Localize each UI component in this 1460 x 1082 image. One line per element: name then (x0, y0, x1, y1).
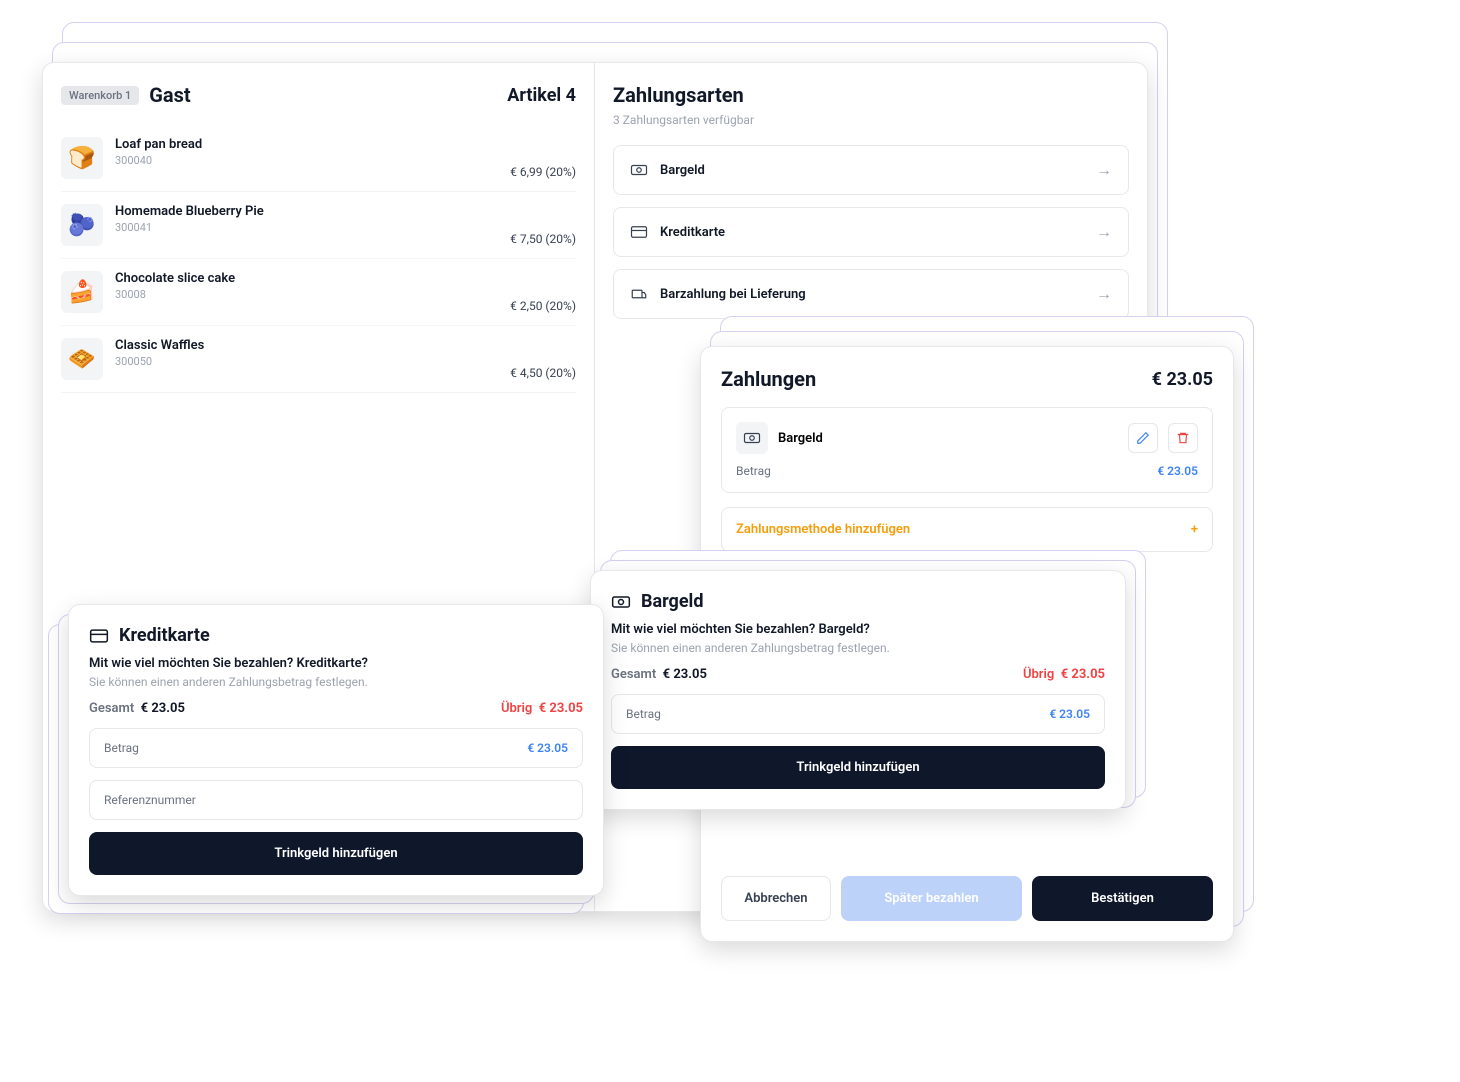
item-name: Classic Waffles (115, 338, 498, 353)
chevron-right-icon: → (1096, 284, 1112, 304)
chevron-right-icon: → (1096, 160, 1112, 180)
amount-label: Betrag (736, 464, 771, 478)
item-sku: 300041 (115, 221, 498, 234)
method-label: Barzahlung bei Lieferung (660, 287, 1084, 302)
dialog-question: Mit wie viel möchten Sie bezahlen? Barge… (611, 622, 1105, 637)
cart-item[interactable]: 🍞 Loaf pan bread 300040 € 6,99 (20%) (61, 125, 576, 192)
delivery-icon (630, 285, 648, 303)
item-name: Homemade Blueberry Pie (115, 204, 498, 219)
amount-label: Betrag (626, 707, 661, 721)
plus-icon: + (1191, 522, 1198, 537)
cash-icon (611, 592, 631, 612)
payment-method-cod[interactable]: Barzahlung bei Lieferung → (613, 269, 1129, 319)
pay-later-button[interactable]: Später bezahlen (841, 876, 1022, 921)
total-label: Gesamt (89, 701, 134, 716)
dialog-sub: Sie können einen anderen Zahlungsbetrag … (611, 641, 1105, 655)
payment-method-cash[interactable]: Bargeld → (613, 145, 1129, 195)
method-label: Kreditkarte (660, 225, 1084, 240)
item-thumb: 🍰 (61, 271, 103, 313)
dialog-title: Bargeld (641, 591, 703, 612)
total-value: € 23.05 (141, 701, 185, 716)
remaining-value: € 23.05 (1061, 667, 1105, 682)
cart-item[interactable]: 🍰 Chocolate slice cake 30008 € 2,50 (20%) (61, 259, 576, 326)
dialog-title: Kreditkarte (119, 625, 210, 646)
cart-item[interactable]: 🫐 Homemade Blueberry Pie 300041 € 7,50 (2… (61, 192, 576, 259)
total-label: Gesamt (611, 667, 656, 682)
total-value: € 23.05 (663, 667, 707, 682)
item-price: € 4,50 (20%) (510, 366, 576, 380)
item-sku: 30008 (115, 288, 498, 301)
edit-payment-button[interactable] (1128, 423, 1158, 453)
cash-icon (630, 161, 648, 179)
add-tip-button[interactable]: Trinkgeld hinzufügen (89, 832, 583, 875)
amount-value: € 23.05 (527, 741, 568, 755)
methods-sub: 3 Zahlungsarten verfügbar (613, 113, 1129, 127)
payments-title: Zahlungen (721, 367, 816, 391)
amount-label: Betrag (104, 741, 139, 755)
dialog-sub: Sie können einen anderen Zahlungsbetrag … (89, 675, 583, 689)
card-icon (89, 626, 109, 646)
add-tip-button[interactable]: Trinkgeld hinzufügen (611, 746, 1105, 789)
cancel-button[interactable]: Abbrechen (721, 876, 831, 921)
remaining-value: € 23.05 (539, 701, 583, 716)
item-price: € 7,50 (20%) (510, 232, 576, 246)
reference-input[interactable]: Referenznummer (89, 780, 583, 820)
method-label: Bargeld (660, 163, 1084, 178)
delete-payment-button[interactable] (1168, 423, 1198, 453)
cash-icon (736, 422, 768, 454)
card-icon (630, 223, 648, 241)
item-price: € 2,50 (20%) (510, 299, 576, 313)
item-thumb: 🧇 (61, 338, 103, 380)
methods-title: Zahlungsarten (613, 83, 1129, 107)
remaining-label: Übrig (501, 701, 532, 716)
article-count: Artikel 4 (507, 85, 576, 106)
item-name: Chocolate slice cake (115, 271, 498, 286)
chevron-right-icon: → (1096, 222, 1112, 242)
amount-input[interactable]: Betrag € 23.05 (89, 728, 583, 768)
cart-item[interactable]: 🧇 Classic Waffles 300050 € 4,50 (20%) (61, 326, 576, 393)
cash-payment-dialog: Bargeld Mit wie viel möchten Sie bezahle… (590, 570, 1126, 810)
amount-value: € 23.05 (1157, 464, 1198, 478)
item-name: Loaf pan bread (115, 137, 498, 152)
remaining-label: Übrig (1023, 667, 1054, 682)
customer-name: Gast (149, 83, 497, 107)
payment-method-name: Bargeld (778, 431, 1118, 446)
item-sku: 300040 (115, 154, 498, 167)
creditcard-payment-dialog: Kreditkarte Mit wie viel möchten Sie bez… (68, 604, 604, 896)
item-thumb: 🫐 (61, 204, 103, 246)
item-price: € 6,99 (20%) (510, 165, 576, 179)
dialog-question: Mit wie viel möchten Sie bezahlen? Kredi… (89, 656, 583, 671)
amount-value: € 23.05 (1049, 707, 1090, 721)
payments-total: € 23.05 (1152, 369, 1213, 390)
cart-badge: Warenkorb 1 (61, 86, 139, 105)
item-thumb: 🍞 (61, 137, 103, 179)
amount-input[interactable]: Betrag € 23.05 (611, 694, 1105, 734)
reference-label: Referenznummer (104, 793, 196, 807)
add-payment-method-button[interactable]: Zahlungsmethode hinzufügen + (721, 507, 1213, 552)
payment-entry: Bargeld Betrag € 23.05 (721, 407, 1213, 493)
payment-method-creditcard[interactable]: Kreditkarte → (613, 207, 1129, 257)
add-payment-label: Zahlungsmethode hinzufügen (736, 522, 910, 537)
item-sku: 300050 (115, 355, 498, 368)
confirm-button[interactable]: Bestätigen (1032, 876, 1213, 921)
